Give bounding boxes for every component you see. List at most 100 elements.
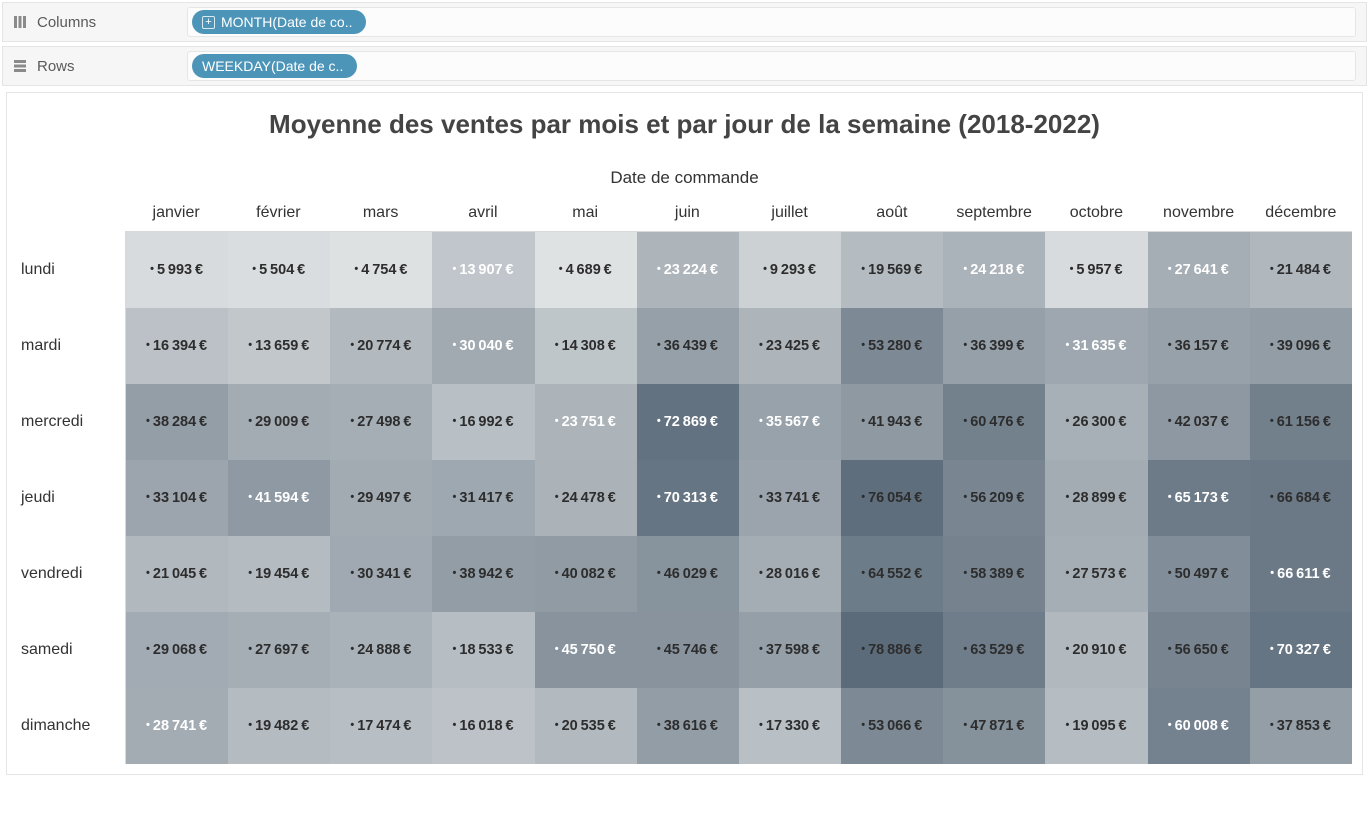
heatmap-cell[interactable]: •24 888 € xyxy=(330,612,432,688)
heatmap-cell[interactable]: •70 327 € xyxy=(1250,612,1352,688)
heatmap-cell[interactable]: •23 751 € xyxy=(535,384,637,460)
heatmap-cell[interactable]: •13 659 € xyxy=(228,308,330,384)
heatmap-cell[interactable]: •33 741 € xyxy=(739,460,841,536)
heatmap-cell[interactable]: •70 313 € xyxy=(637,460,739,536)
heatmap-cell[interactable]: •4 754 € xyxy=(330,232,432,308)
heatmap-cell[interactable]: •17 474 € xyxy=(330,688,432,764)
heatmap-cell[interactable]: •76 054 € xyxy=(841,460,943,536)
heatmap-cell[interactable]: •19 454 € xyxy=(228,536,330,612)
heatmap-cell[interactable]: •20 774 € xyxy=(330,308,432,384)
heatmap-cell[interactable]: •29 068 € xyxy=(126,612,228,688)
heatmap-cell[interactable]: •20 535 € xyxy=(535,688,637,764)
heatmap-cell[interactable]: •30 040 € xyxy=(432,308,534,384)
heatmap-cell[interactable]: •24 218 € xyxy=(943,232,1045,308)
heatmap-cell[interactable]: •31 635 € xyxy=(1045,308,1147,384)
heatmap-cell[interactable]: •5 993 € xyxy=(126,232,228,308)
heatmap-cell[interactable]: •29 497 € xyxy=(330,460,432,536)
columns-pill-label: MONTH(Date de co.. xyxy=(221,14,352,30)
heatmap-cell[interactable]: •64 552 € xyxy=(841,536,943,612)
heatmap-cell[interactable]: •56 209 € xyxy=(943,460,1045,536)
heatmap-cell[interactable]: •50 497 € xyxy=(1148,536,1250,612)
heatmap-cell[interactable]: •72 869 € xyxy=(637,384,739,460)
heatmap-cell[interactable]: •37 853 € xyxy=(1250,688,1352,764)
heatmap-cell[interactable]: •41 943 € xyxy=(841,384,943,460)
heatmap-cell[interactable]: •23 425 € xyxy=(739,308,841,384)
heatmap-cell[interactable]: •23 224 € xyxy=(637,232,739,308)
heatmap-cell[interactable]: •24 478 € xyxy=(535,460,637,536)
heatmap-cell[interactable]: •35 567 € xyxy=(739,384,841,460)
heatmap-cell[interactable]: •4 689 € xyxy=(535,232,637,308)
heatmap-cell[interactable]: •19 569 € xyxy=(841,232,943,308)
heatmap-cell[interactable]: •45 746 € xyxy=(637,612,739,688)
heatmap-cell[interactable]: •37 598 € xyxy=(739,612,841,688)
heatmap-cell[interactable]: •36 157 € xyxy=(1148,308,1250,384)
heatmap-cell[interactable]: •21 484 € xyxy=(1250,232,1352,308)
heatmap-cell[interactable]: •46 029 € xyxy=(637,536,739,612)
heatmap-cell[interactable]: •65 173 € xyxy=(1148,460,1250,536)
heatmap-cell[interactable]: •38 942 € xyxy=(432,536,534,612)
columns-pill[interactable]: + MONTH(Date de co.. xyxy=(192,10,366,34)
columns-shelf[interactable]: Columns + MONTH(Date de co.. xyxy=(2,2,1367,42)
column-header: mars xyxy=(330,204,432,231)
heatmap-cell[interactable]: •27 697 € xyxy=(228,612,330,688)
heatmap-cell[interactable]: •56 650 € xyxy=(1148,612,1250,688)
heatmap-cell[interactable]: •41 594 € xyxy=(228,460,330,536)
heatmap-cell[interactable]: •40 082 € xyxy=(535,536,637,612)
heatmap-cell[interactable]: •27 641 € xyxy=(1148,232,1250,308)
heatmap-cell[interactable]: •63 529 € xyxy=(943,612,1045,688)
chart-title: Moyenne des ventes par mois et par jour … xyxy=(17,109,1352,140)
heatmap-cell[interactable]: •5 504 € xyxy=(228,232,330,308)
heatmap-cell[interactable]: •28 899 € xyxy=(1045,460,1147,536)
heatmap-cell[interactable]: •53 066 € xyxy=(841,688,943,764)
heatmap-cell[interactable]: •28 016 € xyxy=(739,536,841,612)
heatmap-cell[interactable]: •58 389 € xyxy=(943,536,1045,612)
heatmap-cell[interactable]: •66 684 € xyxy=(1250,460,1352,536)
heatmap-cell[interactable]: •27 498 € xyxy=(330,384,432,460)
heatmap-cell[interactable]: •30 341 € xyxy=(330,536,432,612)
heatmap-cell[interactable]: •16 992 € xyxy=(432,384,534,460)
heatmap-cell[interactable]: •16 018 € xyxy=(432,688,534,764)
heatmap-cell[interactable]: •18 533 € xyxy=(432,612,534,688)
heatmap-cell[interactable]: •17 330 € xyxy=(739,688,841,764)
rows-pill-zone[interactable]: WEEKDAY(Date de c.. xyxy=(187,51,1356,81)
heatmap-grid: •5 993 €•5 504 €•4 754 €•13 907 €•4 689 … xyxy=(125,232,1352,764)
heatmap-cell[interactable]: •5 957 € xyxy=(1045,232,1147,308)
heatmap-cell[interactable]: •36 439 € xyxy=(637,308,739,384)
heatmap-cell[interactable]: •21 045 € xyxy=(126,536,228,612)
heatmap-cell[interactable]: •13 907 € xyxy=(432,232,534,308)
heatmap-cell[interactable]: •26 300 € xyxy=(1045,384,1147,460)
heatmap-cell[interactable]: •39 096 € xyxy=(1250,308,1352,384)
heatmap-cell[interactable]: •27 573 € xyxy=(1045,536,1147,612)
heatmap-cell[interactable]: •14 308 € xyxy=(535,308,637,384)
heatmap-cell[interactable]: •19 095 € xyxy=(1045,688,1147,764)
heatmap-cell[interactable]: •20 910 € xyxy=(1045,612,1147,688)
heatmap-cell[interactable]: •60 008 € xyxy=(1148,688,1250,764)
heatmap-cell[interactable]: •66 611 € xyxy=(1250,536,1352,612)
expand-icon: + xyxy=(202,16,215,29)
heatmap-cell[interactable]: •31 417 € xyxy=(432,460,534,536)
heatmap-cell[interactable]: •78 886 € xyxy=(841,612,943,688)
heatmap-cell[interactable]: •45 750 € xyxy=(535,612,637,688)
row-labels: lundimardimercredijeudivendredisamedidim… xyxy=(17,204,125,764)
heatmap-cell[interactable]: •9 293 € xyxy=(739,232,841,308)
heatmap-cell[interactable]: •28 741 € xyxy=(126,688,228,764)
heatmap-cell[interactable]: •61 156 € xyxy=(1250,384,1352,460)
rows-pill[interactable]: WEEKDAY(Date de c.. xyxy=(192,54,357,78)
heatmap-cell[interactable]: •42 037 € xyxy=(1148,384,1250,460)
heatmap-cell[interactable]: •19 482 € xyxy=(228,688,330,764)
rows-shelf[interactable]: Rows WEEKDAY(Date de c.. xyxy=(2,46,1367,86)
heatmap-cell[interactable]: •16 394 € xyxy=(126,308,228,384)
heatmap-cell[interactable]: •53 280 € xyxy=(841,308,943,384)
column-header: juillet xyxy=(739,204,841,231)
heatmap-cell[interactable]: •38 284 € xyxy=(126,384,228,460)
column-axis-title: Date de commande xyxy=(17,168,1352,188)
heatmap-cell[interactable]: •47 871 € xyxy=(943,688,1045,764)
heatmap-cell[interactable]: •36 399 € xyxy=(943,308,1045,384)
heatmap-cell[interactable]: •38 616 € xyxy=(637,688,739,764)
heatmap-cell[interactable]: •29 009 € xyxy=(228,384,330,460)
column-header: avril xyxy=(432,204,534,231)
heatmap-cell[interactable]: •60 476 € xyxy=(943,384,1045,460)
heatmap-cell[interactable]: •33 104 € xyxy=(126,460,228,536)
columns-pill-zone[interactable]: + MONTH(Date de co.. xyxy=(187,7,1356,37)
column-header: août xyxy=(841,204,943,231)
